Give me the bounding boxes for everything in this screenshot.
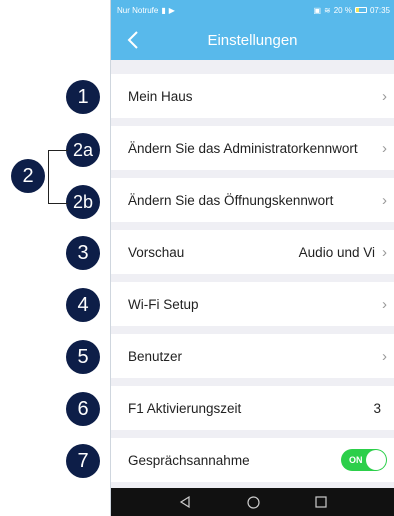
callout-badge-5: 5 — [66, 340, 100, 374]
settings-row-wifi-setup[interactable]: Wi-Fi Setup › — [111, 282, 394, 326]
chevron-right-icon: › — [382, 243, 387, 261]
row-value: Audio und Vi — [298, 244, 375, 260]
row-label: F1 Aktivierungszeit — [128, 400, 242, 416]
page-title: Einstellungen — [207, 31, 298, 49]
callout-label: 3 — [77, 241, 89, 264]
app-bar: Einstellungen — [111, 20, 394, 60]
callout-label: 4 — [77, 293, 89, 316]
back-triangle-icon — [179, 496, 190, 508]
callout-badge-2a: 2a — [66, 133, 100, 167]
settings-row-call-acceptance: Gesprächsannahme ON — [111, 438, 394, 482]
nav-home-button[interactable] — [239, 491, 267, 513]
row-label: Ändern Sie das Administratorkennwort — [128, 140, 358, 156]
nav-back-button[interactable] — [171, 491, 199, 513]
status-left: Nur Notrufe ▮ ▶ — [117, 6, 175, 15]
row-label: Gesprächsannahme — [128, 452, 250, 468]
home-circle-icon — [246, 495, 260, 509]
settings-row-f1-activation[interactable]: F1 Aktivierungszeit 3 — [111, 386, 394, 430]
callout-badge-6: 6 — [66, 392, 100, 426]
callout-label: 1 — [77, 85, 89, 108]
wifi-icon: ≋ — [324, 5, 331, 15]
phone-screen: Nur Notrufe ▮ ▶ ▣ ≋ 20 % 07:35 Einstellu… — [110, 0, 394, 516]
toggle-knob — [366, 450, 386, 470]
callout-label: 6 — [77, 397, 89, 420]
callout-badge-2b: 2b — [66, 185, 100, 219]
settings-row-users[interactable]: Benutzer › — [111, 334, 394, 378]
play-icon: ▶ — [168, 5, 175, 15]
settings-row-open-password[interactable]: Ändern Sie das Öffnungskennwort › — [111, 178, 394, 222]
callout-badge-7: 7 — [66, 444, 100, 478]
callout-badge-2: 2 — [11, 159, 45, 193]
status-bar: Nur Notrufe ▮ ▶ ▣ ≋ 20 % 07:35 — [111, 0, 394, 20]
settings-row-mein-haus[interactable]: Mein Haus › — [111, 74, 394, 118]
chevron-right-icon: › — [382, 295, 387, 313]
callout-bracket — [48, 150, 68, 204]
sim-icon: ▮ — [161, 5, 166, 15]
battery-icon — [354, 7, 367, 13]
row-label: Wi-Fi Setup — [128, 296, 199, 312]
chevron-right-icon: › — [382, 87, 387, 105]
battery-percent: 20 % — [333, 5, 352, 15]
back-button[interactable] — [119, 24, 147, 56]
row-label: Benutzer — [128, 348, 183, 364]
toggle-label: ON — [349, 455, 363, 465]
recents-square-icon — [315, 496, 327, 508]
callout-label: 2a — [72, 139, 94, 160]
android-nav-bar — [111, 488, 394, 516]
callout-badge-3: 3 — [66, 236, 100, 270]
screenshot-stage: 1 2a 2 2b 3 4 5 6 7 Nur Notrufe ▮ ▶ ▣ ≋ … — [0, 0, 394, 516]
status-right: ▣ ≋ 20 % 07:35 — [313, 6, 390, 15]
callout-label: 2 — [22, 164, 34, 187]
row-label: Mein Haus — [128, 88, 193, 104]
callout-label: 2b — [72, 191, 94, 212]
chevron-right-icon: › — [382, 191, 387, 209]
callout-badge-1: 1 — [66, 80, 100, 114]
callout-label: 7 — [77, 449, 89, 472]
chevron-right-icon: › — [382, 139, 387, 157]
status-carrier-text: Nur Notrufe — [117, 5, 159, 15]
settings-row-admin-password[interactable]: Ändern Sie das Administratorkennwort › — [111, 126, 394, 170]
callout-label: 5 — [77, 345, 89, 368]
chevron-left-icon — [127, 31, 138, 49]
row-label: Ändern Sie das Öffnungskennwort — [128, 192, 334, 208]
settings-row-preview[interactable]: Vorschau Audio und Vi › — [111, 230, 394, 274]
chevron-right-icon: › — [382, 347, 387, 365]
row-label: Vorschau — [128, 244, 185, 260]
status-time: 07:35 — [369, 5, 390, 15]
nav-recents-button[interactable] — [307, 491, 335, 513]
callout-badge-4: 4 — [66, 288, 100, 322]
nfc-icon: ▣ — [313, 5, 322, 15]
row-value: 3 — [373, 400, 381, 416]
call-acceptance-toggle[interactable]: ON — [341, 449, 387, 471]
